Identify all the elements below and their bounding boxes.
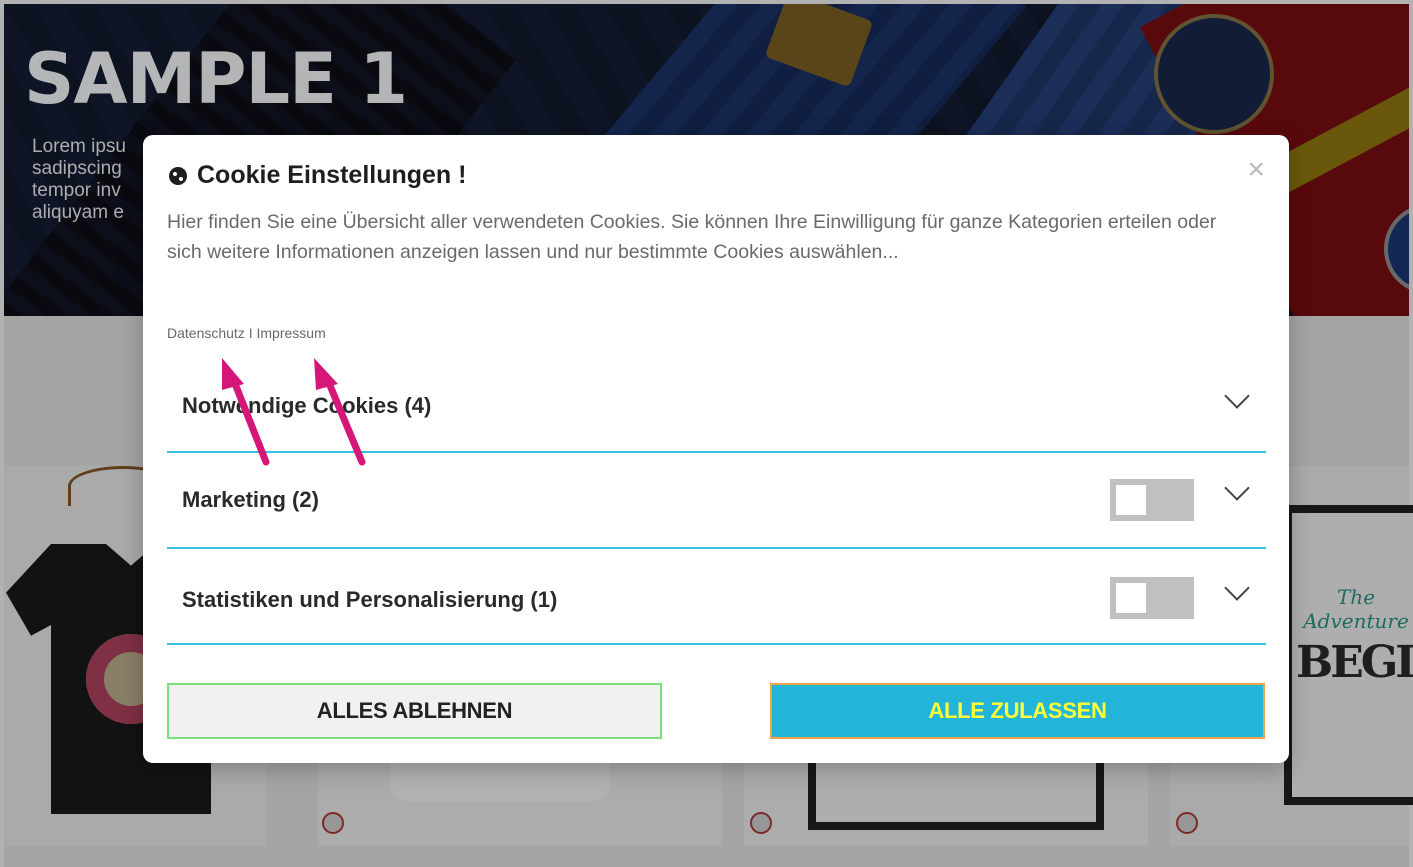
close-button[interactable]: × bbox=[1247, 155, 1265, 185]
category-label: Marketing (2) bbox=[182, 487, 319, 512]
hero-text: Lorem ipsu sadipscing tempor inv aliquya… bbox=[32, 136, 126, 223]
category-statistics[interactable]: Statistiken und Personalisierung (1) bbox=[167, 549, 1266, 645]
category-label: Notwendige Cookies (4) bbox=[182, 393, 432, 418]
category-label: Statistiken und Personalisierung (1) bbox=[182, 587, 558, 612]
accept-all-button[interactable]: ALLE ZULASSEN bbox=[770, 683, 1265, 739]
dialog-intro-text: Hier finden Sie eine Übersicht aller ver… bbox=[167, 211, 1217, 263]
statistics-toggle[interactable] bbox=[1110, 577, 1194, 619]
legal-links: Datenschutz I Impressum bbox=[167, 325, 326, 341]
category-marketing[interactable]: Marketing (2) bbox=[167, 453, 1266, 549]
cookie-icon bbox=[169, 166, 187, 185]
dialog-title: Cookie Einstellungen ! bbox=[197, 161, 467, 189]
cookie-settings-dialog: Cookie Einstellungen ! × Hier finden Sie… bbox=[143, 135, 1289, 763]
toggle-knob bbox=[1116, 583, 1146, 613]
reject-all-button[interactable]: ALLES ABLEHNEN bbox=[167, 683, 662, 739]
chevron-down-icon[interactable] bbox=[1224, 475, 1250, 501]
link-separator: I bbox=[244, 325, 257, 341]
category-necessary[interactable]: Notwendige Cookies (4) bbox=[167, 357, 1266, 453]
toggle-knob bbox=[1116, 485, 1146, 515]
chevron-down-icon[interactable] bbox=[1224, 575, 1250, 601]
hero-title: SAMPLE 1 bbox=[24, 38, 408, 120]
chevron-down-icon[interactable] bbox=[1224, 383, 1250, 409]
imprint-link[interactable]: Impressum bbox=[257, 325, 326, 341]
marketing-toggle[interactable] bbox=[1110, 479, 1194, 521]
privacy-link[interactable]: Datenschutz bbox=[167, 325, 245, 341]
dialog-title-row: Cookie Einstellungen ! bbox=[169, 161, 466, 190]
